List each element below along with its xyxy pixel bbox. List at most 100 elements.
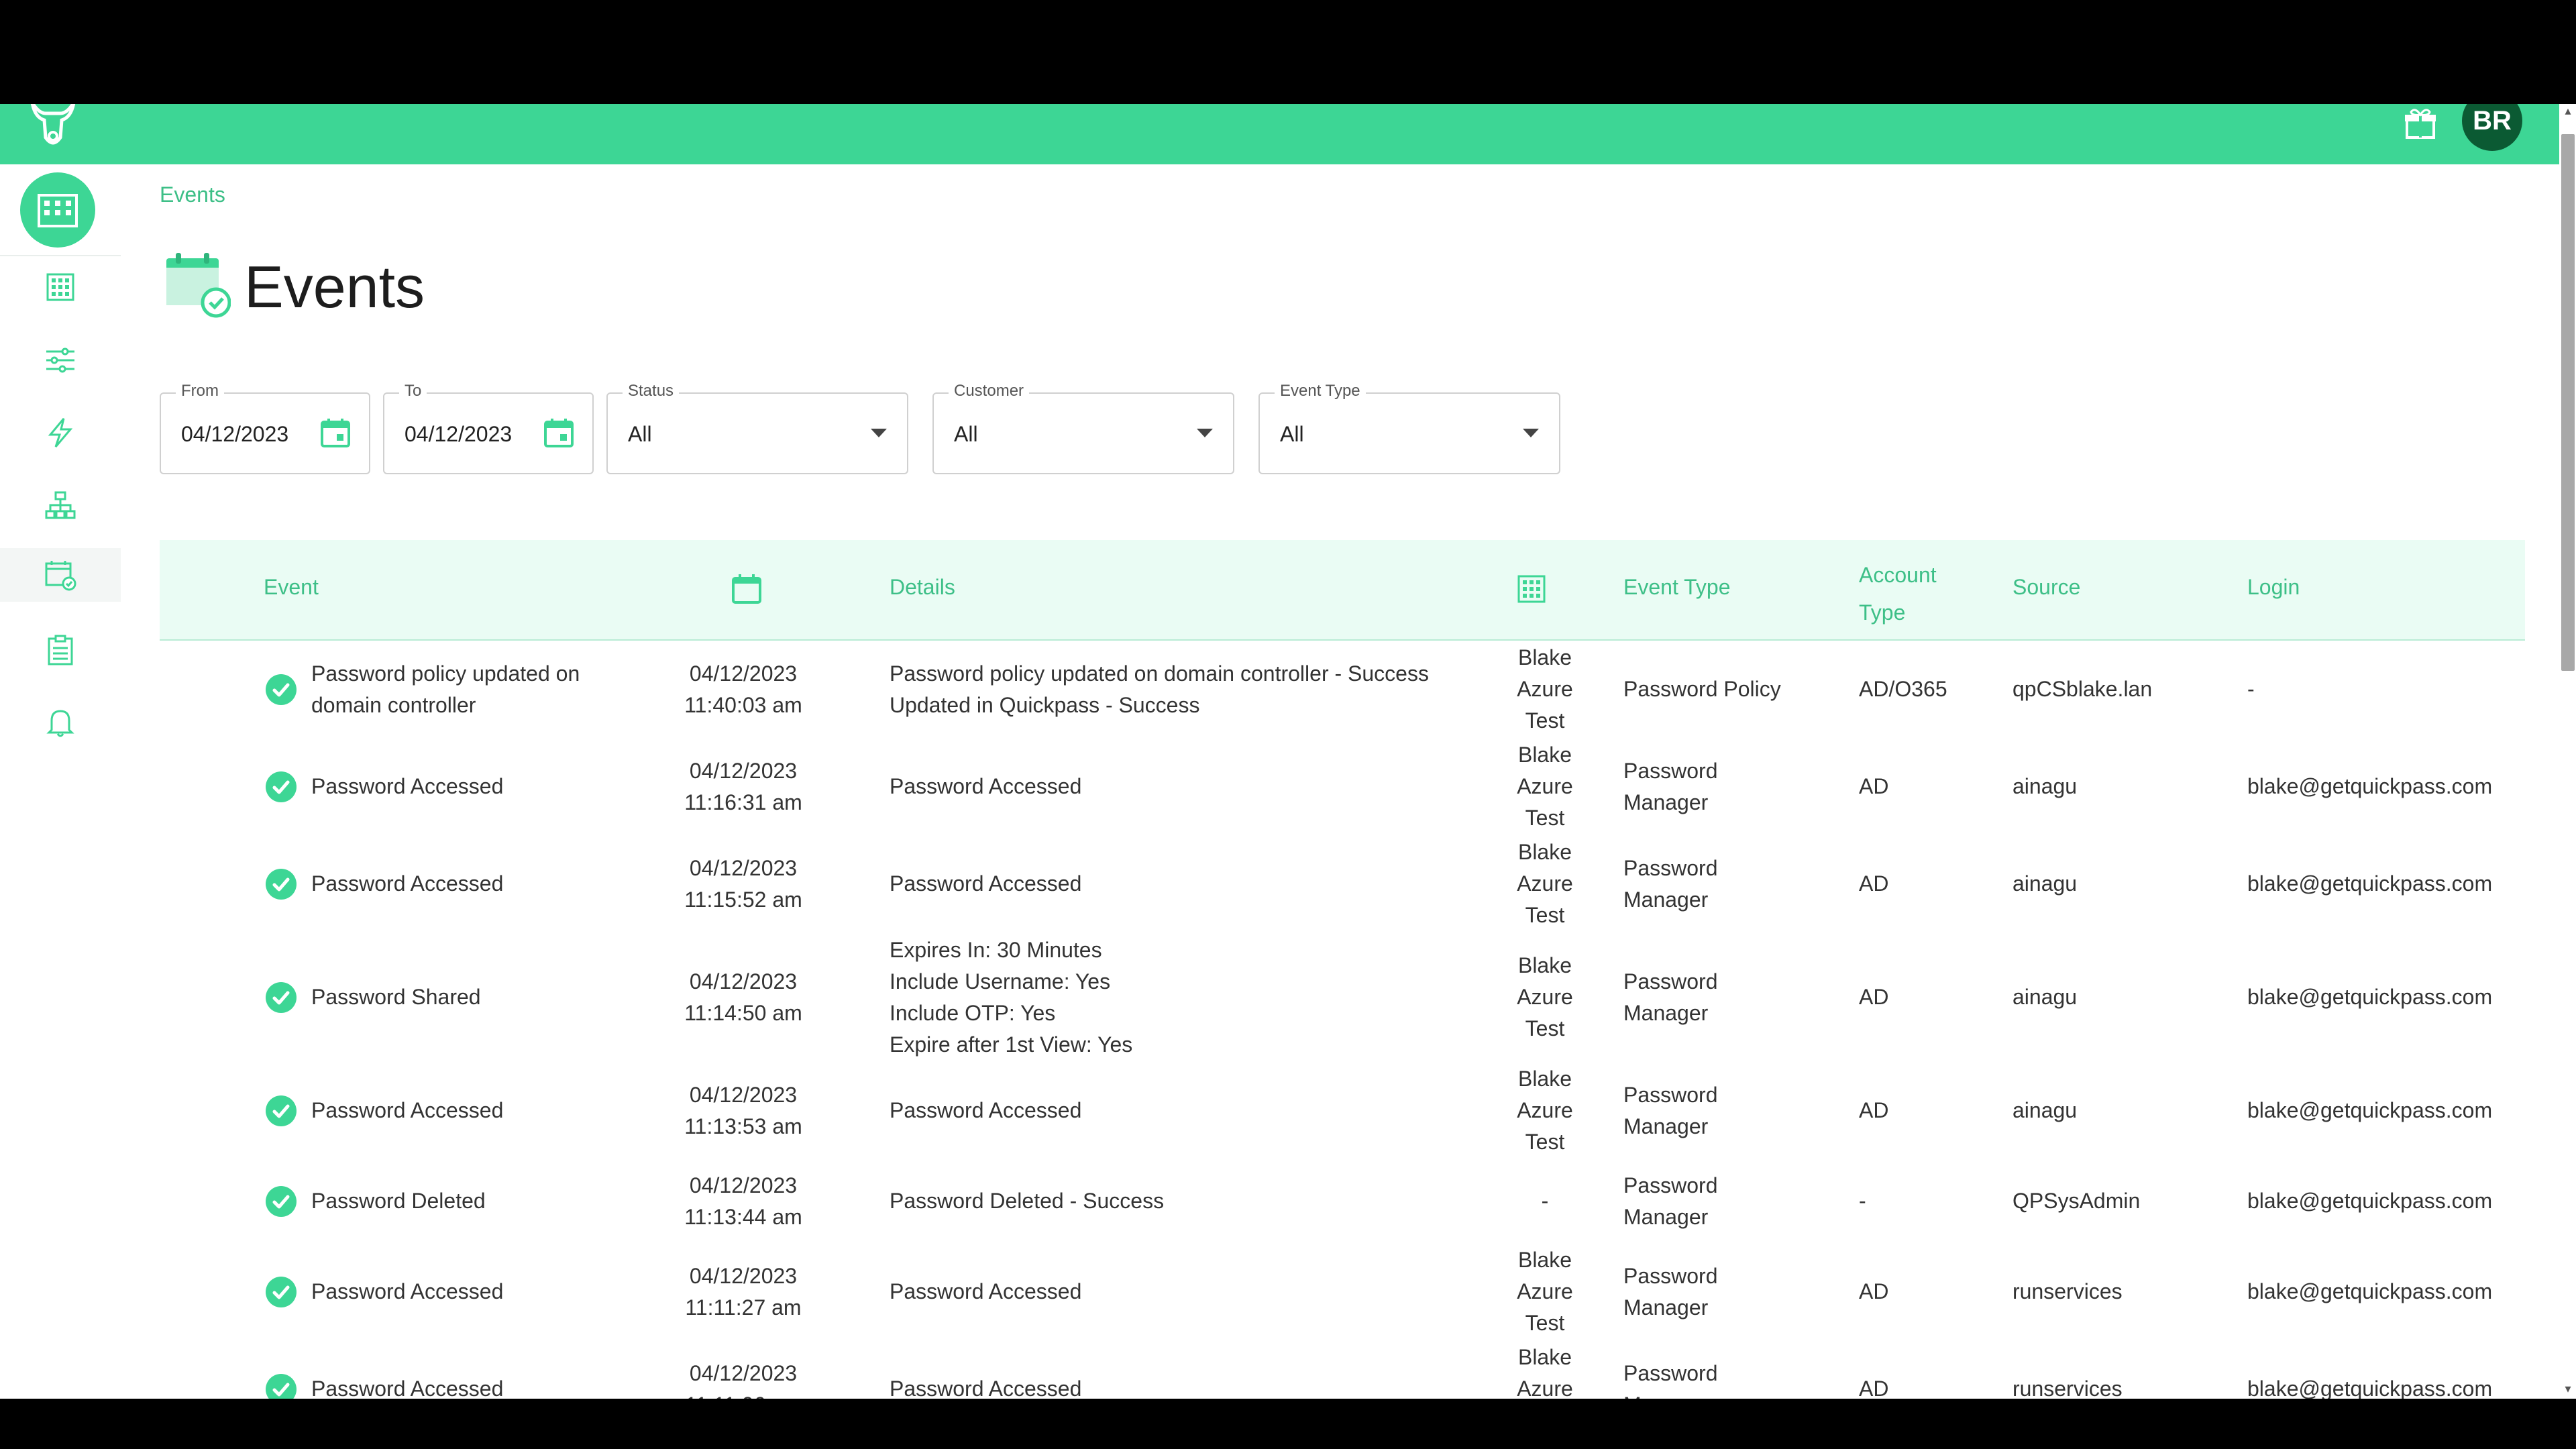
table-row[interactable]: Password Deleted 04/12/2023 11:13:44 am Pas… [160,1159,2525,1244]
event-type-line: Password [1623,969,1718,994]
table-header: Event Details Event Type Account Type Sou… [160,540,2525,641]
event-customer-line: Test [1525,1311,1565,1335]
success-check-icon [266,1095,297,1126]
clipboard-icon [48,635,73,665]
sidebar-home-button[interactable] [20,172,95,248]
sidebar-item-organization[interactable] [27,478,94,532]
calendar-icon[interactable] [543,417,575,449]
event-datetime: 04/12/2023 11:11:06 am [663,1358,824,1399]
table-row[interactable]: Password Accessed 04/12/2023 11:11:06 am Pa… [160,1340,2525,1399]
table-row[interactable]: Password Accessed 04/12/2023 11:11:27 am Pa… [160,1243,2525,1342]
calendar-icon[interactable] [319,417,352,449]
event-date: 04/12/2023 [689,1082,798,1107]
account-type: AD [1859,1377,1889,1399]
event-customer-line: Blake [1517,1345,1572,1369]
table-row[interactable]: Password Accessed 04/12/2023 11:15:52 am Pa… [160,835,2525,934]
breadcrumb[interactable]: Events [160,182,225,207]
event-login: blake@getquickpass.com [2247,1189,2493,1213]
calendar-icon[interactable] [730,572,763,606]
from-date-value[interactable]: 04/12/2023 [181,422,288,447]
to-date-value[interactable]: 04/12/2023 [405,422,512,447]
table-row[interactable]: Password policy updated on domain control… [160,641,2525,739]
event-customer-line: Test [1525,806,1565,830]
event-datetime: 04/12/2023 11:16:31 am [663,755,824,818]
event-type-line: Manager [1623,887,1709,912]
table-row[interactable]: Password Accessed 04/12/2023 11:13:53 am Pa… [160,1062,2525,1161]
sidebar-item-settings[interactable] [27,333,94,387]
event-customer-line: - [1541,1189,1549,1213]
status-select[interactable]: Status All [606,382,908,474]
event-name: Password Accessed [311,1373,647,1399]
column-header-event-type[interactable]: Event Type [1623,575,1731,600]
event-type: Password Manager [1623,1358,1811,1399]
event-name-line: domain controller [311,692,476,717]
event-source: qpCSblake.lan [2012,677,2153,701]
bull-logo-icon[interactable] [25,104,80,152]
sidebar [0,164,121,1399]
event-name-line: Password Accessed [311,1098,504,1122]
chevron-down-icon[interactable] [1523,429,1539,437]
event-details: Password Accessed [890,1276,1493,1307]
gift-icon[interactable] [2403,107,2438,142]
user-avatar[interactable]: BR [2462,104,2522,151]
event-name: Password policy updated on domain control… [311,658,647,721]
to-date-label: To [399,382,427,400]
customer-value: All [954,422,978,446]
page-title: Events [244,254,425,320]
table-row[interactable]: Password Shared 04/12/2023 11:14:50 am Expi… [160,932,2525,1063]
column-header-source[interactable]: Source [2012,575,2080,600]
event-type-line: Manager [1623,1204,1709,1229]
event-customer: Blake Azure Test [1501,1244,1589,1339]
scroll-down-icon[interactable]: ▾ [2561,1382,2575,1395]
table-row[interactable]: Password Accessed 04/12/2023 11:16:31 am Pa… [160,738,2525,837]
event-customer-line: Blake [1517,840,1572,864]
event-customer: Blake Azure Test [1501,642,1589,737]
event-type-select[interactable]: Event Type All [1258,382,1560,474]
event-login: blake@getquickpass.com [2247,774,2493,798]
event-name-line: Password Deleted [311,1189,486,1213]
building-icon [38,194,78,227]
success-check-icon [266,674,297,705]
success-check-icon [266,771,297,802]
sidebar-item-automation[interactable] [27,406,94,460]
calendar-check-icon [45,561,76,591]
sidebar-item-customers[interactable] [27,260,94,314]
event-source: runservices [2012,1279,2123,1303]
column-header-login[interactable]: Login [2247,575,2300,600]
event-name-line: Password Accessed [311,774,504,798]
event-type-line: Password [1623,1082,1718,1107]
event-details-line: Password Accessed [890,1098,1082,1122]
event-time: 11:16:31 am [684,790,802,814]
event-customer-line: Azure [1517,871,1573,896]
event-time: 11:11:27 am [685,1295,802,1320]
scrollbar-thumb[interactable] [2561,134,2575,671]
chevron-down-icon[interactable] [871,429,887,437]
event-details-line: Expire after 1st View: Yes [890,1032,1133,1057]
event-login: - [2247,677,2255,701]
event-customer-line: Blake [1517,953,1572,977]
column-header-event[interactable]: Event [264,575,319,600]
customer-select[interactable]: Customer All [932,382,1234,474]
from-date-field[interactable]: From 04/12/2023 [160,382,370,474]
event-source: ainagu [2012,1098,2078,1122]
event-customer-line: Test [1525,903,1565,927]
column-header-account-type[interactable]: Account Type [1859,556,1937,631]
event-type: Password Manager [1623,1260,1811,1324]
building-icon[interactable] [1516,574,1547,604]
event-details: Password Accessed [890,868,1493,900]
scroll-up-icon[interactable]: ▴ [2561,104,2575,117]
to-date-field[interactable]: To 04/12/2023 [383,382,594,474]
sidebar-item-notifications[interactable] [27,696,94,749]
column-header-details[interactable]: Details [890,575,955,600]
event-type: Password Manager [1623,966,1811,1029]
success-check-icon [266,1373,297,1399]
sidebar-item-reports[interactable] [27,623,94,677]
event-name: Password Accessed [311,1095,647,1126]
event-time: 11:14:50 am [684,1000,802,1025]
event-login: blake@getquickpass.com [2247,1279,2493,1303]
lightning-icon [48,418,73,447]
chevron-down-icon[interactable] [1197,429,1213,437]
account-type: - [1859,1189,1866,1213]
event-login: blake@getquickpass.com [2247,1098,2493,1122]
sidebar-item-events[interactable] [0,548,121,602]
